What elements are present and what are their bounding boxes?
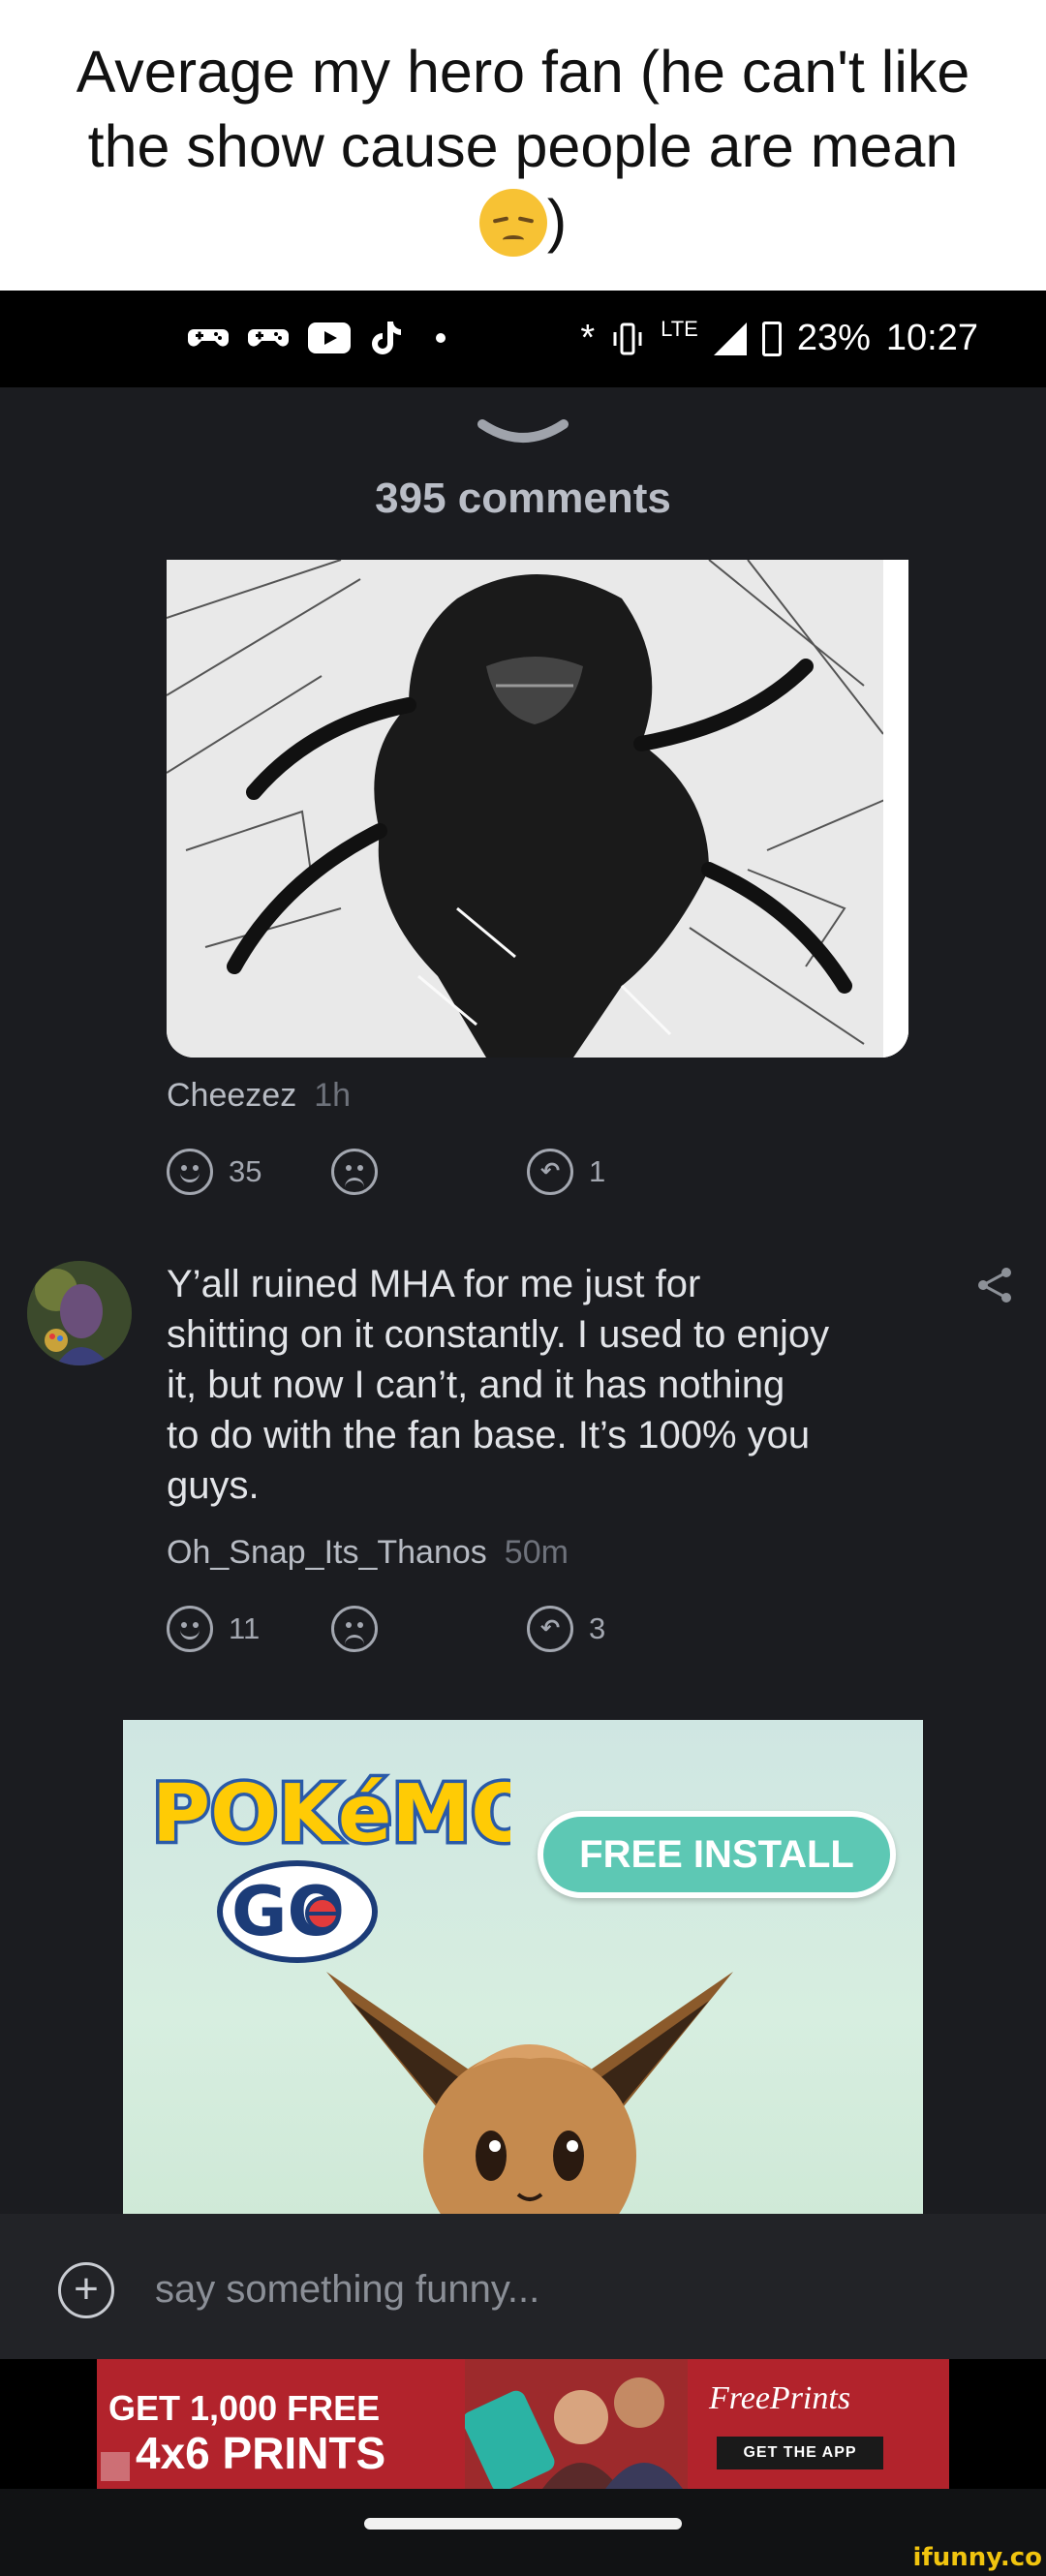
- gamepad-icon: [188, 329, 229, 347]
- smile-count: 11: [229, 1611, 261, 1645]
- home-gesture-handle[interactable]: [364, 2518, 682, 2530]
- bluetooth-icon: *: [580, 318, 596, 358]
- caption-line-2: the show cause people are mean: [87, 113, 959, 179]
- comment-image[interactable]: [167, 560, 908, 1058]
- reply-count: 3: [589, 1611, 606, 1645]
- vibrate-icon: [613, 322, 642, 354]
- banner-ad-area: GET 1,000 FREE 4x6 PRINTS FreePrints GET…: [0, 2359, 1046, 2489]
- comment-time: 50m: [504, 1534, 569, 1571]
- reply-button[interactable]: ↶ 1: [527, 1149, 605, 1195]
- comments-count: 395 comments: [375, 475, 671, 522]
- comment-meta: Oh_Snap_Its_Thanos 50m: [167, 1534, 569, 1572]
- chevron-down-icon[interactable]: [477, 416, 569, 455]
- youtube-icon: [308, 322, 351, 353]
- comments-sheet: 395 comments Cheezez 1h 35 ↶ 1 Y’all rui…: [0, 387, 1046, 2214]
- reply-icon: ↶: [527, 1149, 573, 1195]
- caption-close-paren: ): [546, 188, 568, 254]
- status-bar: * LTE 23% 10:27: [0, 291, 1046, 387]
- network-type-label: LTE: [661, 316, 698, 341]
- reply-count: 1: [589, 1154, 606, 1188]
- comment-input[interactable]: say something funny...: [155, 2268, 539, 2312]
- meme-caption: Average my hero fan (he can't like the s…: [0, 0, 1046, 291]
- clock: 10:27: [885, 318, 978, 358]
- get-the-app-button[interactable]: GET THE APP: [717, 2437, 883, 2469]
- comment-time: 1h: [314, 1077, 352, 1114]
- reply-button[interactable]: ↶ 3: [527, 1606, 605, 1652]
- ad-choices-icon[interactable]: [101, 2452, 130, 2481]
- smile-icon: [167, 1149, 213, 1195]
- freeprints-logo: FreePrints: [709, 2380, 851, 2416]
- avatar[interactable]: [27, 1261, 132, 1365]
- eevee-image: [326, 1972, 733, 2214]
- frown-icon: [331, 1606, 378, 1652]
- comment-meta: Cheezez 1h: [167, 1077, 351, 1115]
- pokemon-go-logo: POKéMON GO: [149, 1765, 510, 1963]
- free-install-button[interactable]: FREE INSTALL: [538, 1811, 896, 1898]
- gamepad-icon: [248, 329, 289, 347]
- reply-icon: ↶: [527, 1606, 573, 1652]
- comment-body: Y’all ruined MHA for me just for shittin…: [167, 1263, 830, 1507]
- svg-text:POKéMON: POKéMON: [152, 1768, 510, 1860]
- share-icon[interactable]: [974, 1265, 1015, 1305]
- manga-panel-image: [167, 560, 908, 1058]
- banner-headline-1: GET 1,000 FREE: [108, 2388, 381, 2428]
- freeprints-banner-ad[interactable]: GET 1,000 FREE 4x6 PRINTS FreePrints GET…: [97, 2359, 949, 2489]
- signal-icon: [713, 322, 747, 355]
- caption-line-1: Average my hero fan (he can't like: [76, 39, 970, 105]
- banner-headline-2: 4x6 PRINTS: [136, 2428, 386, 2478]
- comment-username[interactable]: Cheezez: [167, 1077, 296, 1114]
- comment-username[interactable]: Oh_Snap_Its_Thanos: [167, 1534, 487, 1571]
- tiktok-icon: [372, 322, 401, 354]
- frown-icon: [331, 1149, 378, 1195]
- pensive-face-emoji-icon: [478, 188, 547, 257]
- frown-reaction-button[interactable]: [331, 1606, 378, 1652]
- pokemon-go-ad[interactable]: POKéMON GO FREE INSTALL: [123, 1720, 923, 2214]
- thanos-avatar-image: [27, 1261, 132, 1365]
- navigation-bar: ifunny.co: [0, 2489, 1046, 2576]
- smile-count: 35: [229, 1154, 262, 1188]
- battery-icon: [761, 321, 782, 356]
- notification-dot-icon: [436, 333, 446, 343]
- frown-reaction-button[interactable]: [331, 1149, 378, 1195]
- add-attachment-icon[interactable]: +: [58, 2262, 114, 2318]
- comment-input-bar: + say something funny...: [0, 2214, 1046, 2359]
- ifunny-watermark: ifunny.co: [912, 2543, 1042, 2572]
- smile-icon: [167, 1606, 213, 1652]
- battery-percent: 23%: [796, 318, 871, 358]
- smile-reaction-button[interactable]: 35: [167, 1149, 262, 1195]
- smile-reaction-button[interactable]: 11: [167, 1606, 260, 1652]
- phone-photos-image: [465, 2359, 688, 2489]
